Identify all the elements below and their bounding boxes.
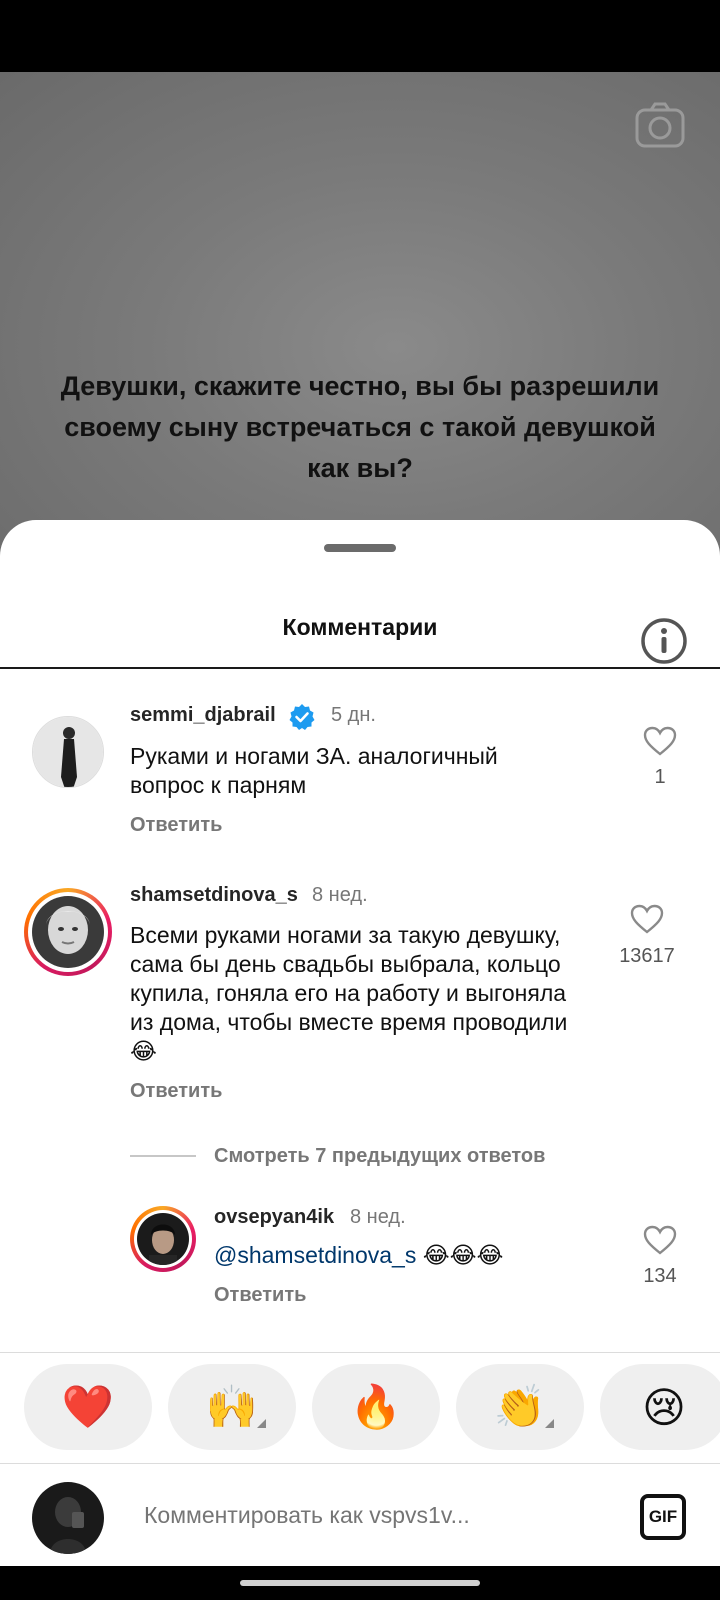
reply-time: 8 нед. xyxy=(350,1206,406,1228)
verified-badge-icon xyxy=(288,703,316,731)
raised-hands-emoji-icon: 🙌 xyxy=(205,1382,259,1430)
comment-time: 8 нед. xyxy=(312,884,368,906)
composer-divider xyxy=(0,1463,720,1464)
avatar[interactable] xyxy=(24,888,112,976)
skin-tone-indicator xyxy=(545,1419,554,1428)
mention-link[interactable]: @shamsetdinova_s xyxy=(214,1242,416,1268)
heart-icon[interactable] xyxy=(643,1225,677,1255)
info-icon[interactable] xyxy=(640,617,688,670)
reply-emojis: 😂😂😂 xyxy=(422,1242,504,1268)
reaction-fire[interactable]: 🔥 xyxy=(312,1364,440,1450)
reply-username[interactable]: ovsepyan4ik xyxy=(214,1206,334,1229)
my-avatar[interactable] xyxy=(32,1482,104,1554)
crying-emoji-icon: 😢 xyxy=(642,1383,686,1431)
comment-text: Руками и ногами ЗА. аналогичный вопрос к… xyxy=(130,743,498,798)
like-count: 134 xyxy=(643,1265,677,1287)
comment-time: 5 дн. xyxy=(331,704,376,726)
comment-input[interactable] xyxy=(144,1502,544,1529)
avatar[interactable] xyxy=(130,1206,196,1272)
comment-username[interactable]: shamsetdinova_s xyxy=(130,884,298,907)
reply-button[interactable]: Ответить xyxy=(130,814,222,837)
reply-button[interactable]: Ответить xyxy=(214,1284,306,1307)
reaction-heart[interactable]: ❤️ xyxy=(24,1364,152,1450)
heart-icon[interactable] xyxy=(630,904,664,934)
reaction-crying[interactable]: 😢 xyxy=(600,1364,720,1450)
heart-emoji-icon: ❤️ xyxy=(61,1382,115,1430)
sheet-title: Комментарии xyxy=(282,614,438,640)
status-bar xyxy=(0,0,720,72)
like-count: 13617 xyxy=(619,945,675,967)
view-replies-divider xyxy=(130,1155,196,1157)
story-question: Девушки, скажите честно, вы бы разрешили… xyxy=(60,371,660,483)
drag-handle[interactable] xyxy=(324,544,396,552)
view-replies-button[interactable]: Смотреть 7 предыдущих ответов xyxy=(214,1145,545,1168)
reply-text: @shamsetdinova_s 😂😂😂 xyxy=(214,1241,594,1270)
reply-button[interactable]: Ответить xyxy=(130,1080,222,1103)
home-indicator[interactable] xyxy=(240,1580,480,1586)
clap-emoji-icon: 👏 xyxy=(493,1382,547,1430)
comment-text: Всеми руками ногами за такую девушку, са… xyxy=(130,922,568,1064)
fire-emoji-icon: 🔥 xyxy=(349,1382,403,1430)
reaction-clap[interactable]: 👏 xyxy=(456,1364,584,1450)
reactions-divider xyxy=(0,1352,720,1353)
heart-icon[interactable] xyxy=(643,726,677,756)
story-background xyxy=(0,72,720,572)
header-divider xyxy=(0,667,720,669)
avatar[interactable] xyxy=(32,716,104,788)
like-count: 1 xyxy=(654,766,666,788)
comment-username[interactable]: semmi_djabrail xyxy=(130,704,276,727)
gif-button[interactable]: GIF xyxy=(640,1494,686,1540)
camera-icon[interactable] xyxy=(634,100,686,152)
skin-tone-indicator xyxy=(257,1419,266,1428)
reaction-raised-hands[interactable]: 🙌 xyxy=(168,1364,296,1450)
